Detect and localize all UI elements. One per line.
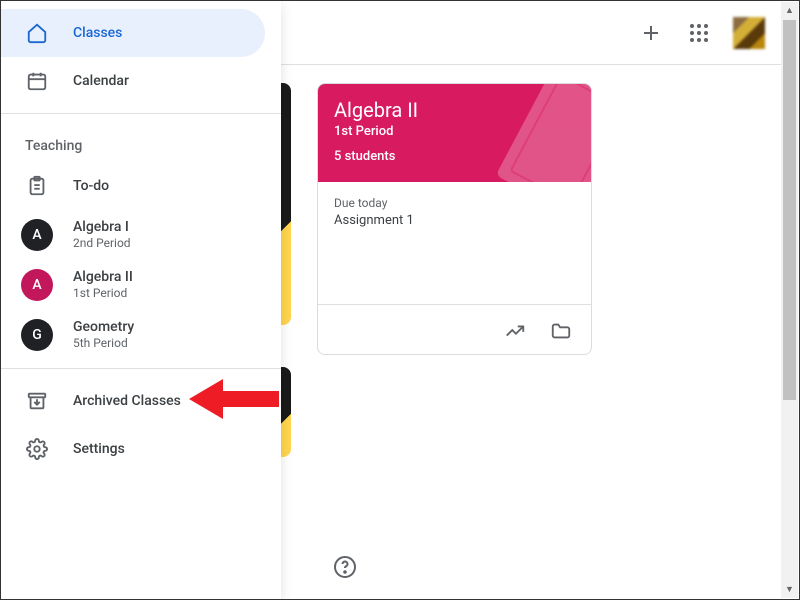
nav-divider	[1, 113, 281, 114]
class-name: Geometry	[73, 318, 134, 336]
account-avatar[interactable]	[733, 17, 765, 49]
nav-label: Settings	[73, 441, 125, 457]
create-button[interactable]	[629, 11, 673, 55]
class-card-algebra2[interactable]: Algebra II 1st Period 5 students Due tod…	[317, 83, 592, 355]
calendar-icon	[25, 69, 49, 93]
nav-class-algebra1[interactable]: A Algebra I 2nd Period	[1, 210, 265, 260]
class-period: 1st Period	[73, 286, 133, 302]
help-icon	[333, 555, 357, 579]
nav-calendar[interactable]: Calendar	[1, 57, 265, 105]
class-period: 5th Period	[73, 336, 134, 352]
due-assignment[interactable]: Assignment 1	[334, 213, 575, 228]
class-period: 2nd Period	[73, 236, 131, 252]
nav-label: Archived Classes	[73, 393, 181, 409]
main-content: Algebra II 1st Period 5 students Due tod…	[281, 65, 781, 598]
plus-icon	[639, 21, 663, 45]
home-icon	[25, 21, 49, 45]
help-button[interactable]	[325, 547, 365, 587]
nav-settings[interactable]: Settings	[1, 425, 265, 473]
class-avatar: A	[21, 219, 53, 251]
top-header	[281, 1, 781, 65]
class-name: Algebra I	[73, 218, 131, 236]
nav-archived-classes[interactable]: Archived Classes	[1, 377, 265, 425]
class-name: Algebra II	[73, 268, 133, 286]
scrollbar-thumb[interactable]	[783, 20, 796, 400]
nav-class-algebra2[interactable]: A Algebra II 1st Period	[1, 260, 265, 310]
archive-icon	[25, 389, 49, 413]
gradebook-button[interactable]	[495, 311, 535, 351]
nav-todo[interactable]: To-do	[1, 162, 265, 210]
class-avatar: G	[21, 319, 53, 351]
class-avatar: A	[21, 269, 53, 301]
nav-label: Calendar	[73, 73, 129, 89]
nav-label: To-do	[73, 178, 109, 194]
trending-up-icon	[504, 320, 526, 342]
scroll-up-button[interactable]: ▲	[781, 2, 798, 19]
nav-label: Classes	[73, 25, 122, 41]
nav-class-geometry[interactable]: G Geometry 5th Period	[1, 310, 265, 360]
gear-icon	[25, 437, 49, 461]
class-card-body: Due today Assignment 1	[318, 182, 591, 304]
class-card-footer	[318, 304, 591, 355]
class-card-header[interactable]: Algebra II 1st Period 5 students	[318, 84, 591, 182]
clipboard-icon	[25, 174, 49, 198]
due-today-label: Due today	[334, 196, 575, 210]
navigation-drawer: Classes Calendar Teaching To-do A Algebr…	[1, 1, 281, 599]
nav-section-teaching: Teaching	[1, 122, 281, 162]
nav-classes[interactable]: Classes	[1, 9, 265, 57]
vertical-scrollbar[interactable]: ▲ ▼	[781, 2, 798, 598]
folder-button[interactable]	[541, 311, 581, 351]
scroll-down-button[interactable]: ▼	[781, 581, 798, 598]
nav-divider	[1, 368, 281, 369]
apps-grid-icon	[687, 21, 711, 45]
apps-button[interactable]	[677, 11, 721, 55]
folder-icon	[550, 320, 572, 342]
